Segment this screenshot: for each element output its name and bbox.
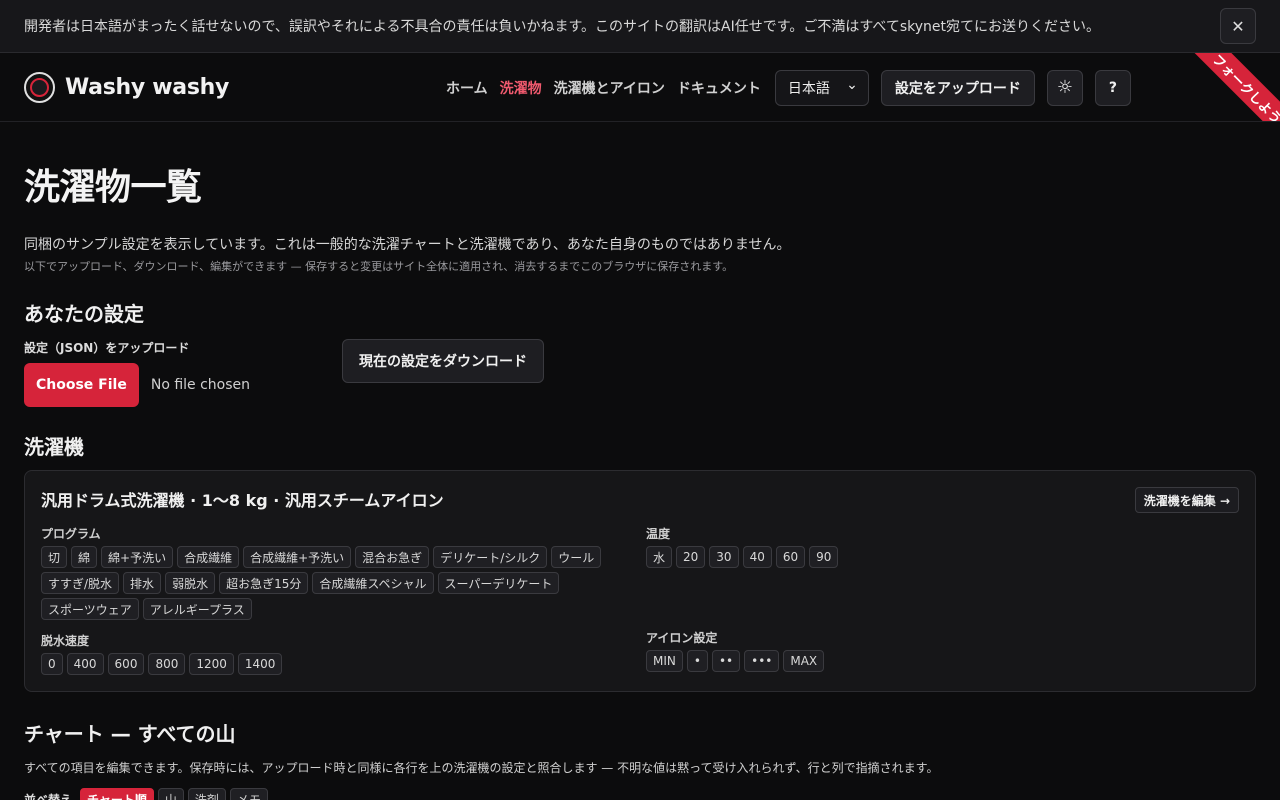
- program-chip: 合成繊維: [177, 546, 240, 568]
- program-chip: 合成繊維スペシャル: [312, 572, 434, 594]
- spin-chip: 1200: [189, 653, 234, 675]
- chart-section: チャート — すべての山 すべての項目を編集できます。保存時には、アップロード時…: [24, 718, 1256, 800]
- banner-text: 開発者は日本語がまったく話せないので、誤訳やそれによる不具合の責任は負いかねます…: [24, 19, 1100, 35]
- language-select[interactable]: 日本語 ⌄: [774, 69, 869, 106]
- temperature-chip: 60: [775, 546, 806, 568]
- program-chip: 綿: [71, 546, 98, 568]
- main-nav: ホーム 洗濯物 洗濯機とアイロン ドキュメント 日本語 ⌄ 設定をアップロード …: [446, 53, 1131, 121]
- machine-card: 汎用ドラム式洗濯機 · 1〜8 kg · 汎用スチームアイロン 洗濯機を編集 →…: [24, 470, 1256, 692]
- download-settings-button[interactable]: 現在の設定をダウンロード: [342, 339, 544, 383]
- sort-label: 並べ替え: [24, 792, 73, 800]
- translation-banner: 開発者は日本語がまったく話せないので、誤訳やそれによる不具合の責任は負いかねます…: [0, 0, 1280, 53]
- programs-label: プログラム: [41, 527, 101, 541]
- upload-json-label: 設定（JSON）をアップロード: [24, 341, 190, 355]
- help-button[interactable]: ?: [1094, 69, 1131, 106]
- spin-chip: 0: [41, 653, 63, 675]
- program-chip: 切: [41, 546, 68, 568]
- spin-label: 脱水速度: [41, 634, 90, 648]
- iron-chip: MAX: [783, 650, 825, 672]
- spin-group: 脱水速度 0 400 600 800 1200 1400: [41, 632, 646, 675]
- program-chip: 超お急ぎ15分: [219, 572, 309, 594]
- sun-icon: ☼: [1056, 77, 1073, 98]
- machine-section: 洗濯機 汎用ドラム式洗濯機 · 1〜8 kg · 汎用スチームアイロン 洗濯機を…: [24, 431, 1256, 692]
- spin-chip: 800: [148, 653, 186, 675]
- edit-machine-button[interactable]: 洗濯機を編集 →: [1134, 487, 1239, 513]
- main-content: 洗濯物一覧 同梱のサンプル設定を表示しています。これは一般的な洗濯チャートと洗濯…: [0, 158, 1280, 800]
- nav-laundry[interactable]: 洗濯物: [500, 78, 542, 98]
- close-banner-button[interactable]: ✕: [1220, 8, 1256, 44]
- choose-file-button[interactable]: Choose File: [24, 363, 139, 407]
- spin-chip: 400: [66, 653, 104, 675]
- program-chip: 排水: [123, 572, 162, 594]
- programs-chips: 切綿綿+予洗い 合成繊維 合成繊維+予洗い 混合お急ぎ デリケート/シルク ウールすすぎ/…: [41, 546, 611, 620]
- machine-card-title: 汎用ドラム式洗濯機 · 1〜8 kg · 汎用スチームアイロン: [41, 491, 444, 510]
- chart-heading: チャート — すべての山: [24, 722, 236, 746]
- settings-section: あなたの設定 設定（JSON）をアップロード Choose File No fi…: [24, 298, 1256, 407]
- program-chip: 弱脱水: [165, 572, 216, 594]
- close-icon: ✕: [1231, 16, 1245, 36]
- chart-description: すべての項目を編集できます。保存時には、アップロード時と同様に各行を上の洗濯機の…: [24, 761, 939, 775]
- sort-option[interactable]: チャート順: [80, 788, 154, 800]
- site-header: Washy washy ホーム 洗濯物 洗濯機とアイロン ドキュメント 日本語 …: [0, 53, 1280, 122]
- temperature-group: 温度 水 20 30 40 60 90: [646, 525, 1216, 617]
- machine-heading: 洗濯機: [24, 435, 84, 459]
- brand-name: Washy washy: [65, 74, 230, 100]
- sort-option[interactable]: 洗剤: [187, 788, 226, 800]
- chevron-down-icon: ⌄: [846, 76, 858, 93]
- intro-subtext: 以下でアップロード、ダウンロード、編集ができます — 保存すると変更はサイト全体…: [24, 260, 734, 273]
- iron-group: アイロン設定 MIN • •• ••• MAX: [646, 629, 1216, 672]
- sort-row: 並べ替え チャート順山洗剤 メモ: [24, 788, 1256, 800]
- program-chip: デリケート/シルク: [433, 546, 548, 568]
- washing-machine-logo-icon: [24, 71, 55, 103]
- nav-docs[interactable]: ドキュメント: [677, 78, 761, 98]
- temperature-label: 温度: [646, 527, 671, 541]
- iron-label: アイロン設定: [646, 631, 718, 645]
- file-status: No file chosen: [150, 377, 251, 393]
- program-chip: スーパーデリケート: [437, 572, 560, 594]
- fork-ribbon[interactable]: フォークしよう: [1182, 53, 1280, 121]
- theme-toggle-button[interactable]: ☼: [1046, 69, 1083, 106]
- temperature-chip: 水: [646, 546, 673, 568]
- sort-option[interactable]: メモ: [229, 788, 268, 800]
- iron-chip: ••: [711, 650, 741, 672]
- settings-heading: あなたの設定: [24, 302, 144, 326]
- program-chip: 混合お急ぎ: [355, 546, 430, 568]
- temperature-chip: 40: [742, 546, 772, 568]
- page-title: 洗濯物一覧: [24, 167, 202, 208]
- nav-home[interactable]: ホーム: [446, 78, 488, 98]
- spin-chip: 600: [107, 653, 145, 675]
- program-chip: スポーツウェア: [41, 598, 139, 620]
- intro-text: 同梱のサンプル設定を表示しています。これは一般的な洗濯チャートと洗濯機であり、あ…: [24, 237, 791, 253]
- iron-chip: MIN: [646, 650, 683, 672]
- brand-link[interactable]: Washy washy: [24, 71, 230, 103]
- program-chip: アレルギープラス: [142, 598, 252, 620]
- programs-group: プログラム 切綿綿+予洗い 合成繊維 合成繊維+予洗い 混合お急ぎ デリケート/シルクウ…: [41, 525, 646, 620]
- iron-chip: •••: [744, 650, 780, 672]
- program-chip: 合成繊維+予洗い: [243, 546, 352, 568]
- spin-chips: 0 400 600 800 1200 1400: [41, 653, 611, 675]
- temperature-chips: 水 20 30 40 60 90: [646, 546, 1216, 568]
- upload-settings-button[interactable]: 設定をアップロード: [880, 69, 1035, 106]
- program-chip: 綿+予洗い: [101, 546, 174, 568]
- language-value: 日本語: [787, 80, 830, 97]
- iron-chips: MIN • •• ••• MAX: [646, 650, 1216, 672]
- sort-option[interactable]: 山: [157, 788, 184, 800]
- temperature-chip: 20: [676, 546, 706, 568]
- iron-chip: •: [686, 650, 708, 672]
- spin-chip: 1400: [237, 653, 283, 675]
- program-chip: ウール: [551, 546, 602, 568]
- temperature-chip: 30: [709, 546, 739, 568]
- program-chip: すすぎ/脱水: [41, 572, 120, 594]
- temperature-chip: 90: [809, 546, 839, 568]
- nav-machines-irons[interactable]: 洗濯機とアイロン: [554, 78, 665, 98]
